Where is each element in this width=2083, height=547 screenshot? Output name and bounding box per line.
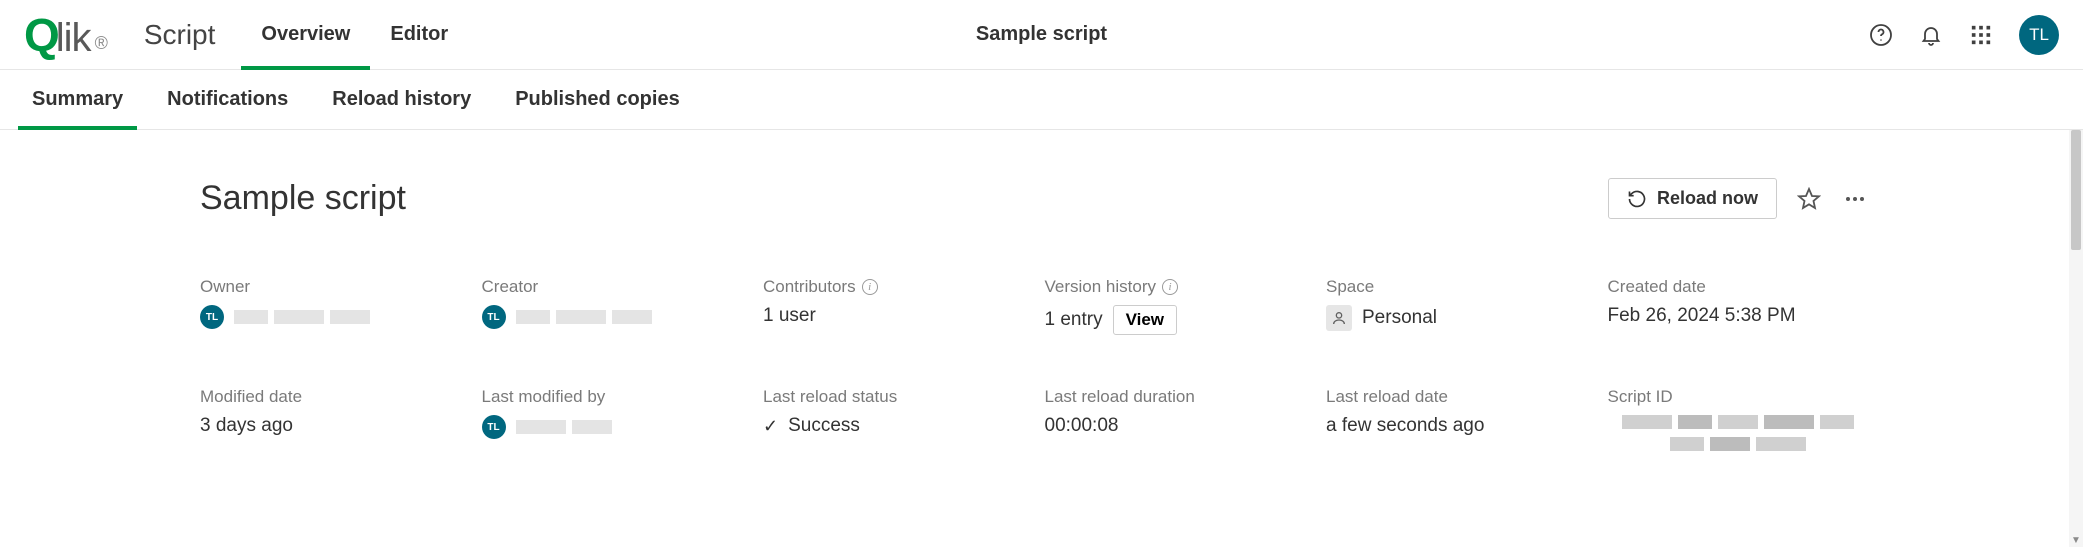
sub-tab-published-copies[interactable]: Published copies — [493, 70, 701, 129]
owner-avatar: TL — [200, 305, 224, 329]
meta-owner-label: Owner — [200, 277, 462, 297]
creator-avatar: TL — [482, 305, 506, 329]
meta-modified-date-value: 3 days ago — [200, 415, 462, 437]
help-icon[interactable] — [1869, 23, 1893, 47]
content-scroll: Sample script Reload now Owner — [0, 130, 2069, 547]
redacted-text — [516, 310, 652, 324]
title-actions: Reload now — [1608, 178, 1869, 219]
favorite-star-icon[interactable] — [1795, 185, 1823, 213]
sub-tabs: Summary Notifications Reload history Pub… — [0, 70, 2083, 130]
title-row: Sample script Reload now — [200, 178, 1869, 219]
check-icon: ✓ — [763, 416, 778, 437]
meta-last-modified-by-label: Last modified by — [482, 387, 744, 407]
meta-contributors-label: Contributors i — [763, 277, 1025, 297]
meta-modified-date: Modified date 3 days ago — [200, 387, 462, 451]
meta-version-history-label: Version history i — [1045, 277, 1307, 297]
apps-grid-icon[interactable] — [1969, 23, 1993, 47]
bell-icon[interactable] — [1919, 23, 1943, 47]
meta-created-date-value: Feb 26, 2024 5:38 PM — [1608, 305, 1870, 327]
header-right: TL — [1869, 15, 2059, 55]
meta-script-id-label: Script ID — [1608, 387, 1870, 407]
meta-last-reload-status-value: ✓ Success — [763, 415, 1025, 437]
meta-creator-label: Creator — [482, 277, 744, 297]
meta-last-reload-duration-value: 00:00:08 — [1045, 415, 1307, 437]
meta-script-id-value — [1608, 415, 1870, 451]
meta-creator-value: TL — [482, 305, 744, 329]
meta-owner: Owner TL — [200, 277, 462, 335]
meta-grid: Owner TL Creator TL Contributors i 1 u — [200, 277, 1869, 451]
sub-tab-summary[interactable]: Summary — [10, 70, 145, 129]
meta-created-date-label: Created date — [1608, 277, 1870, 297]
meta-space: Space Personal — [1326, 277, 1588, 335]
person-icon — [1326, 305, 1352, 331]
space-name: Personal — [1362, 307, 1437, 329]
top-tabs: Overview Editor — [241, 0, 468, 69]
content: Sample script Reload now Owner — [0, 130, 2069, 451]
meta-last-reload-duration: Last reload duration 00:00:08 — [1045, 387, 1307, 451]
qlik-logo[interactable]: Qlik® — [24, 8, 108, 62]
top-header: Qlik® Script Overview Editor Sample scri… — [0, 0, 2083, 70]
view-version-history-button[interactable]: View — [1113, 305, 1177, 335]
reload-now-label: Reload now — [1657, 188, 1758, 209]
reload-now-button[interactable]: Reload now — [1608, 178, 1777, 219]
redacted-text — [1622, 415, 1854, 429]
tab-editor[interactable]: Editor — [370, 0, 468, 69]
meta-space-label: Space — [1326, 277, 1588, 297]
header-title: Sample script — [976, 23, 1107, 46]
meta-last-reload-duration-label: Last reload duration — [1045, 387, 1307, 407]
last-modified-by-avatar: TL — [482, 415, 506, 439]
meta-modified-date-label: Modified date — [200, 387, 462, 407]
meta-last-reload-date: Last reload date a few seconds ago — [1326, 387, 1588, 451]
app-context: Script — [144, 19, 216, 51]
meta-last-reload-date-value: a few seconds ago — [1326, 415, 1588, 437]
redacted-text — [234, 310, 370, 324]
sub-tab-notifications[interactable]: Notifications — [145, 70, 310, 129]
meta-last-modified-by-value: TL — [482, 415, 744, 439]
meta-last-reload-status: Last reload status ✓ Success — [763, 387, 1025, 451]
redacted-text — [516, 420, 612, 434]
meta-contributors-value: 1 user — [763, 305, 1025, 327]
meta-version-history-label-text: Version history — [1045, 277, 1157, 297]
info-icon[interactable]: i — [862, 279, 878, 295]
reload-status-text: Success — [788, 415, 860, 437]
version-history-count: 1 entry — [1045, 309, 1103, 331]
scrollbar-down-icon[interactable]: ▼ — [2069, 533, 2083, 547]
meta-contributors: Contributors i 1 user — [763, 277, 1025, 335]
user-avatar[interactable]: TL — [2019, 15, 2059, 55]
redacted-text — [1670, 437, 1806, 451]
meta-last-reload-date-label: Last reload date — [1326, 387, 1588, 407]
meta-space-value: Personal — [1326, 305, 1588, 331]
page-title: Sample script — [200, 179, 406, 218]
meta-version-history: Version history i 1 entry View — [1045, 277, 1307, 335]
reload-icon — [1627, 189, 1647, 209]
meta-version-history-value: 1 entry View — [1045, 305, 1307, 335]
meta-owner-value: TL — [200, 305, 462, 329]
meta-contributors-label-text: Contributors — [763, 277, 856, 297]
info-icon[interactable]: i — [1162, 279, 1178, 295]
meta-creator: Creator TL — [482, 277, 744, 335]
meta-last-modified-by: Last modified by TL — [482, 387, 744, 451]
scrollbar-thumb[interactable] — [2071, 130, 2081, 250]
tab-overview[interactable]: Overview — [241, 0, 370, 69]
meta-last-reload-status-label: Last reload status — [763, 387, 1025, 407]
scrollbar[interactable]: ▲ ▼ — [2069, 130, 2083, 547]
more-menu-icon[interactable] — [1841, 185, 1869, 213]
meta-created-date: Created date Feb 26, 2024 5:38 PM — [1608, 277, 1870, 335]
meta-script-id: Script ID — [1608, 387, 1870, 451]
sub-tab-reload-history[interactable]: Reload history — [310, 70, 493, 129]
